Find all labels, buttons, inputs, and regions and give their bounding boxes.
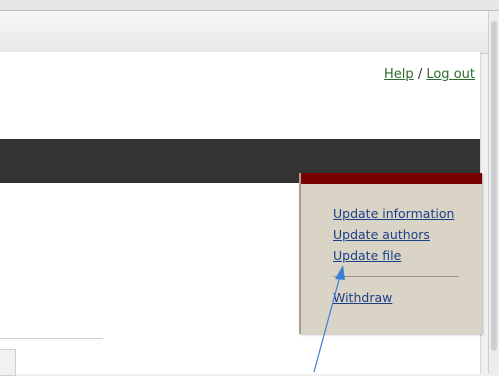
input-field-edge[interactable] [0, 349, 16, 376]
update-information-link[interactable]: Update information [333, 203, 459, 224]
panel-header [301, 173, 482, 184]
withdraw-link[interactable]: Withdraw [333, 287, 459, 308]
account-links: Help / Log out [384, 67, 475, 82]
action-link-list: Update information Update authors Update… [333, 203, 459, 308]
panel-divider [333, 276, 459, 277]
link-separator: / [417, 67, 423, 82]
section-divider [0, 338, 103, 339]
browser-tab-strip [0, 10, 499, 54]
logout-link[interactable]: Log out [426, 67, 475, 82]
scrollbar[interactable] [488, 11, 499, 374]
help-link[interactable]: Help [384, 67, 414, 82]
update-file-link[interactable]: Update file [333, 245, 459, 266]
scrollbar-thumb[interactable] [491, 21, 497, 351]
update-authors-link[interactable]: Update authors [333, 224, 459, 245]
action-panel: Update information Update authors Update… [299, 173, 482, 334]
